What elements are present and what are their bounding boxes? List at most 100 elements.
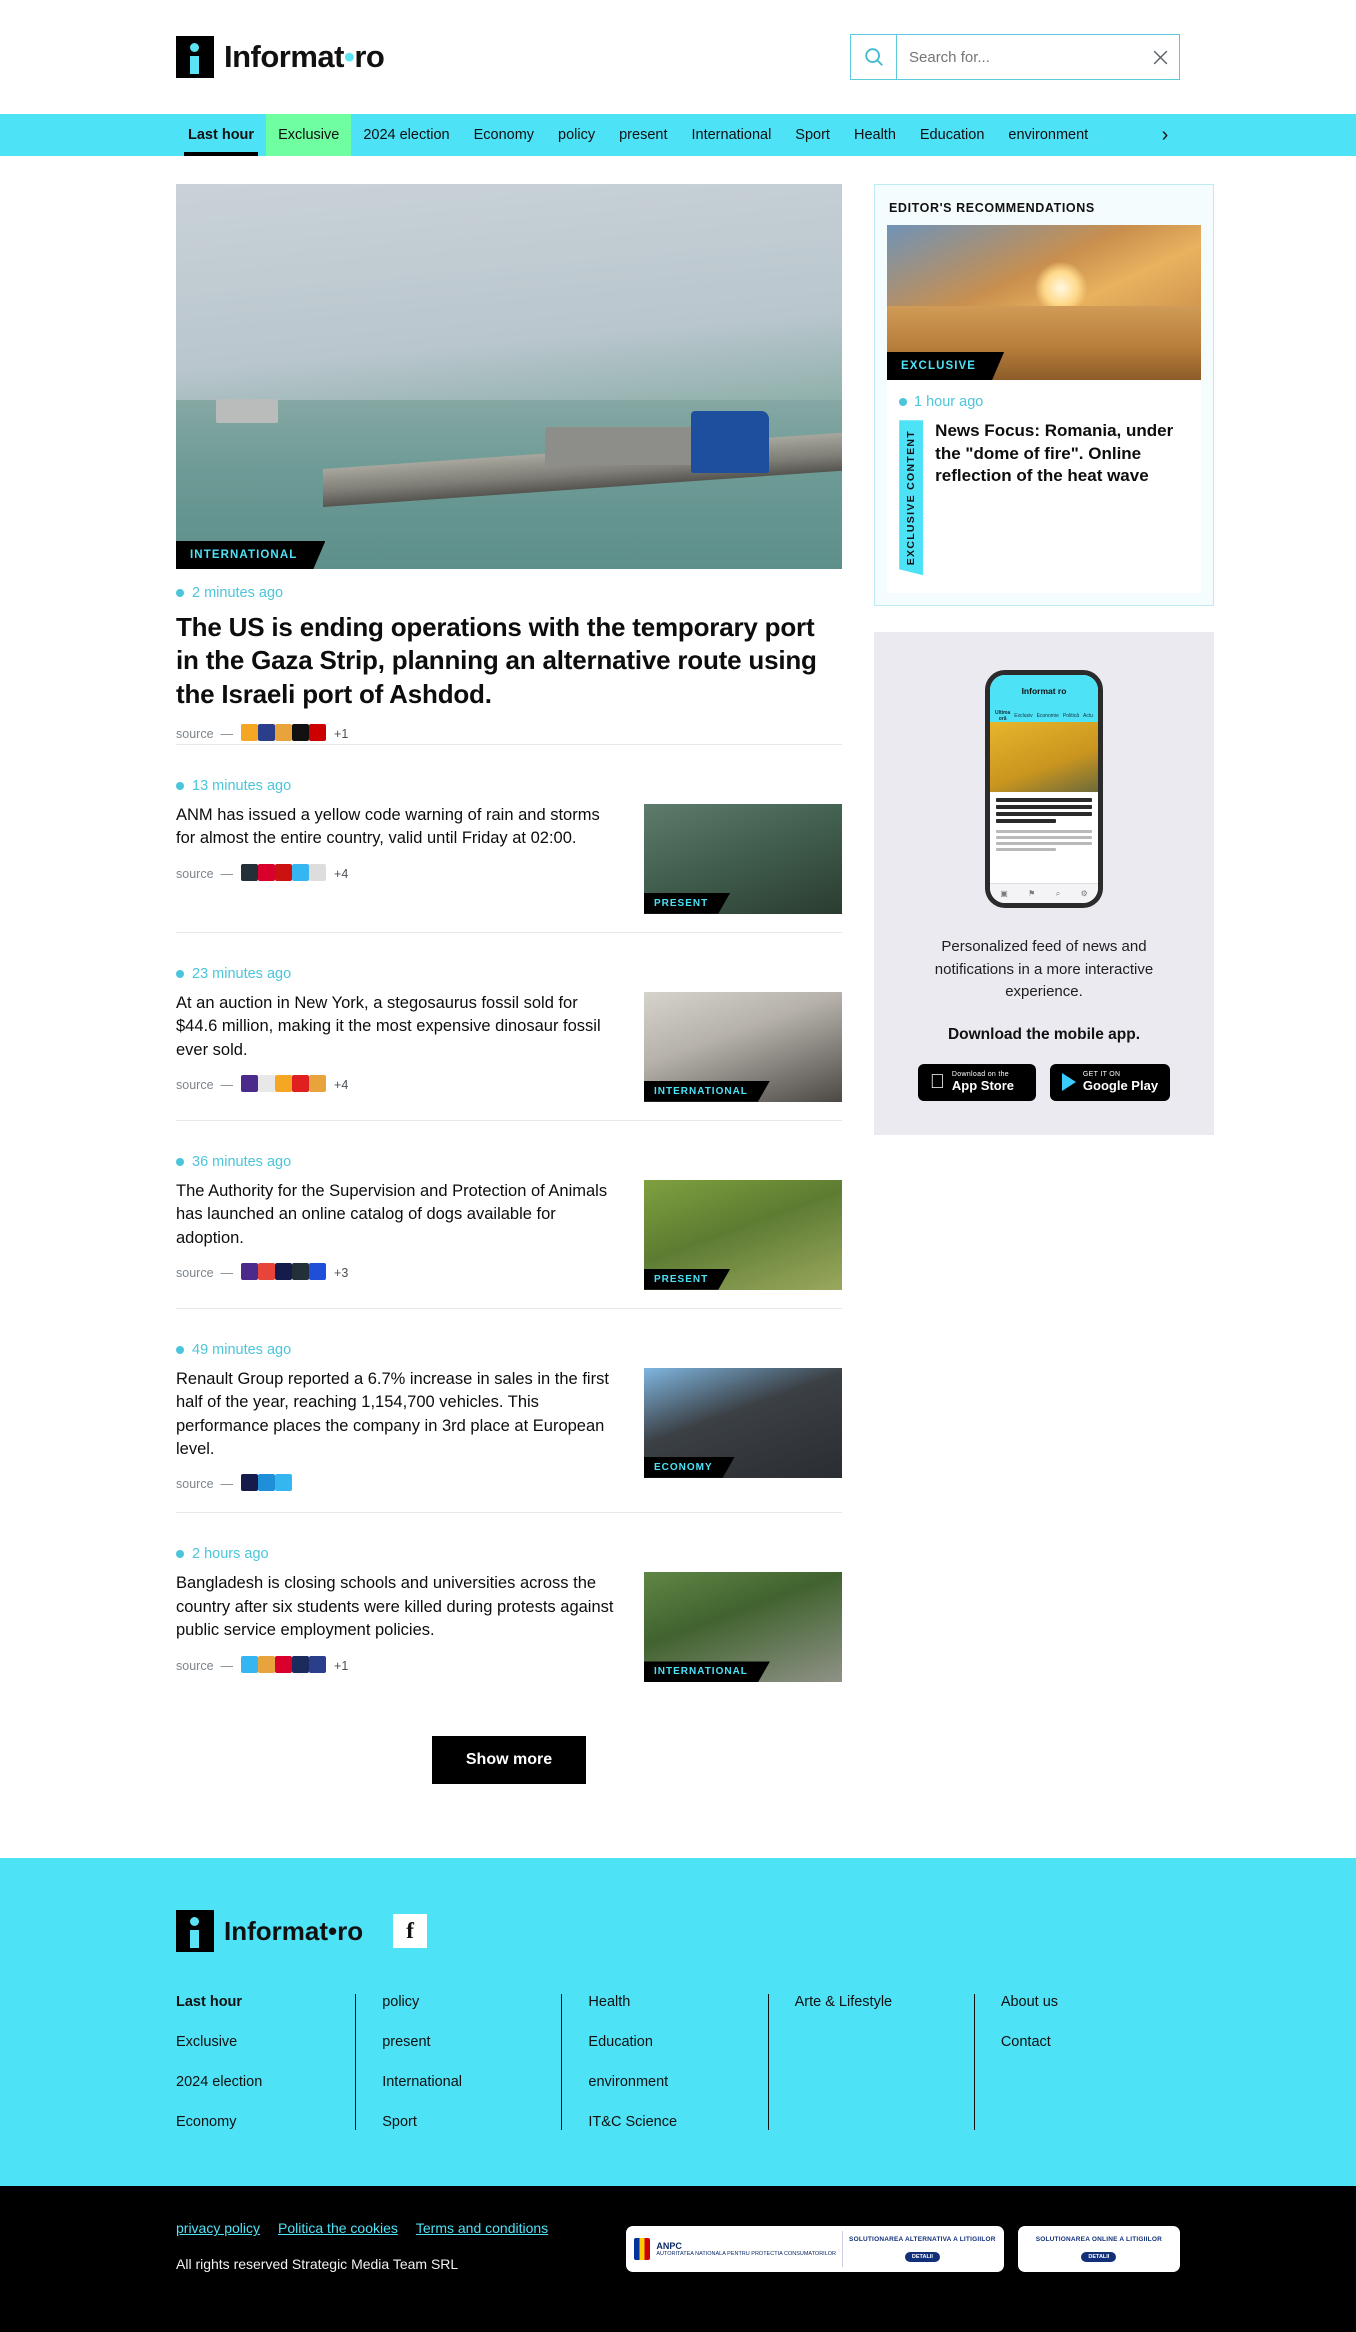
source-logo-icon[interactable] — [309, 1655, 327, 1673]
source-logos[interactable] — [241, 1263, 327, 1283]
source-logo-icon[interactable] — [275, 863, 293, 881]
nav-item-economy[interactable]: Economy — [462, 114, 546, 156]
nav-item-environment[interactable]: environment — [996, 114, 1100, 156]
source-logos[interactable] — [241, 1075, 327, 1095]
source-logo-icon[interactable] — [309, 723, 327, 741]
source-logo-icon[interactable] — [275, 1474, 293, 1492]
app-store-button[interactable]:  Download on the App Store — [917, 1063, 1036, 1101]
footer-link-contact[interactable]: Contact — [1001, 2034, 1180, 2050]
source-more-count[interactable]: +1 — [334, 1659, 348, 1673]
anpc-online-badge[interactable]: SOLUTIONAREA ONLINE A LITIGIILOR DETALII — [1017, 2226, 1180, 2273]
nav-item-health[interactable]: Health — [842, 114, 908, 156]
search-input[interactable] — [897, 48, 1141, 66]
footer-link-international[interactable]: International — [382, 2074, 561, 2090]
source-logo-icon[interactable] — [309, 1075, 327, 1093]
source-more-count[interactable]: +1 — [334, 727, 348, 741]
anpc1-details-pill[interactable]: DETALII — [904, 2251, 940, 2262]
legal-link-terms-and-conditions[interactable]: Terms and conditions — [416, 2220, 548, 2236]
source-logo-icon[interactable] — [309, 1263, 327, 1281]
source-logo-icon[interactable] — [258, 1263, 276, 1281]
footer-link-2024-election[interactable]: 2024 election — [176, 2074, 355, 2090]
source-logo-icon[interactable] — [241, 1075, 259, 1093]
source-logo-icon[interactable] — [241, 1655, 259, 1673]
source-logo-icon[interactable] — [292, 1655, 310, 1673]
footer-link-education[interactable]: Education — [588, 2034, 767, 2050]
source-logo-icon[interactable] — [241, 1263, 259, 1281]
show-more-button[interactable]: Show more — [431, 1736, 587, 1785]
item-title[interactable]: The Authority for the Supervision and Pr… — [176, 1180, 622, 1250]
source-logo-icon[interactable] — [292, 1075, 310, 1093]
footer-link-present[interactable]: present — [382, 2034, 561, 2050]
footer-link-environment[interactable]: environment — [588, 2074, 767, 2090]
source-more-count[interactable]: +3 — [334, 1266, 348, 1280]
search-bar[interactable] — [850, 34, 1180, 80]
facebook-icon[interactable]: f — [393, 1914, 428, 1949]
footer-link-health[interactable]: Health — [588, 1994, 767, 2010]
source-logo-icon[interactable] — [275, 1655, 293, 1673]
source-more-count[interactable]: +4 — [334, 1078, 348, 1092]
search-icon[interactable] — [851, 35, 897, 79]
item-title[interactable]: Bangladesh is closing schools and univer… — [176, 1572, 622, 1642]
hero-title[interactable]: The US is ending operations with the tem… — [176, 611, 842, 711]
item-title[interactable]: ANM has issued a yellow code warning of … — [176, 804, 622, 851]
nav-item-present[interactable]: present — [607, 114, 679, 156]
anpc-alternative-badge[interactable]: ANPC AUTORITATEA NATIONALA PENTRU PROTEC… — [626, 2226, 1004, 2273]
editors-title[interactable]: News Focus: Romania, under the "dome of … — [935, 420, 1189, 488]
nav-item-education[interactable]: Education — [908, 114, 997, 156]
nav-item-last-hour[interactable]: Last hour — [176, 114, 266, 156]
nav-item-2024-election[interactable]: 2024 election — [351, 114, 461, 156]
source-logo-icon[interactable] — [241, 723, 259, 741]
nav-item-exclusive[interactable]: Exclusive — [266, 114, 352, 156]
source-logo-icon[interactable] — [309, 863, 327, 881]
source-logo-icon[interactable] — [275, 723, 293, 741]
source-logo-icon[interactable] — [275, 1263, 293, 1281]
news-list-item[interactable]: 23 minutes ago At an auction in New York,… — [176, 931, 842, 1120]
source-logo-icon[interactable] — [292, 723, 310, 741]
footer-link-policy[interactable]: policy — [382, 1994, 561, 2010]
footer-link-it-c-science[interactable]: IT&C Science — [588, 2114, 767, 2130]
source-logo-icon[interactable] — [258, 1474, 276, 1492]
footer-link-economy[interactable]: Economy — [176, 2114, 355, 2130]
anpc2-details-pill[interactable]: DETALII — [1081, 2251, 1117, 2262]
footer-link-about-us[interactable]: About us — [1001, 1994, 1180, 2010]
source-logo-icon[interactable] — [258, 1655, 276, 1673]
source-logo-icon[interactable] — [241, 1474, 259, 1492]
legal-link-privacy-policy[interactable]: privacy policy — [176, 2220, 260, 2236]
news-list-item[interactable]: 2 hours ago Bangladesh is closing schools… — [176, 1512, 842, 1700]
footer-link-sport[interactable]: Sport — [382, 2114, 561, 2130]
source-logos[interactable] — [241, 863, 327, 884]
item-thumbnail[interactable]: ECONOMY — [644, 1367, 842, 1478]
news-list-item[interactable]: 13 minutes ago ANM has issued a yellow co… — [176, 743, 842, 932]
google-play-button[interactable]: GET IT ON Google Play — [1049, 1063, 1171, 1101]
close-icon[interactable] — [1141, 35, 1179, 79]
hero-article[interactable]: INTERNATIONAL 2 minutes ago The US is en… — [176, 184, 842, 744]
footer-logo[interactable]: Informat•ro — [176, 1910, 363, 1953]
source-logo-icon[interactable] — [275, 1075, 293, 1093]
item-title[interactable]: At an auction in New York, a stegosaurus… — [176, 992, 622, 1062]
item-thumbnail[interactable]: INTERNATIONAL — [644, 1572, 842, 1683]
item-thumbnail[interactable]: PRESENT — [644, 1179, 842, 1290]
footer-link-exclusive[interactable]: Exclusive — [176, 2034, 355, 2050]
site-logo[interactable]: Informat•ro — [176, 36, 385, 78]
source-logos[interactable] — [241, 723, 327, 744]
source-logo-icon[interactable] — [258, 1075, 276, 1093]
source-logo-icon[interactable] — [292, 1263, 310, 1281]
source-logo-icon[interactable] — [292, 863, 310, 881]
legal-link-politica-the-cookies[interactable]: Politica the cookies — [278, 2220, 398, 2236]
nav-item-sport[interactable]: Sport — [783, 114, 842, 156]
nav-item-policy[interactable]: policy — [546, 114, 607, 156]
footer-link-arte-lifestyle[interactable]: Arte & Lifestyle — [795, 1994, 974, 2010]
item-title[interactable]: Renault Group reported a 6.7% increase i… — [176, 1368, 622, 1462]
nav-item-international[interactable]: International — [679, 114, 783, 156]
source-more-count[interactable]: +4 — [334, 867, 348, 881]
item-thumbnail[interactable]: PRESENT — [644, 803, 842, 914]
chevron-right-icon[interactable]: › — [1150, 114, 1180, 156]
editors-image[interactable]: EXCLUSIVE — [887, 225, 1201, 380]
source-logos[interactable] — [241, 1655, 327, 1676]
news-list-item[interactable]: 49 minutes ago Renault Group reported a 6… — [176, 1307, 842, 1513]
news-list-item[interactable]: 36 minutes ago The Authority for the Supe… — [176, 1119, 842, 1308]
footer-link-last-hour[interactable]: Last hour — [176, 1994, 355, 2010]
source-logo-icon[interactable] — [241, 863, 259, 881]
item-thumbnail[interactable]: INTERNATIONAL — [644, 991, 842, 1102]
source-logo-icon[interactable] — [258, 723, 276, 741]
